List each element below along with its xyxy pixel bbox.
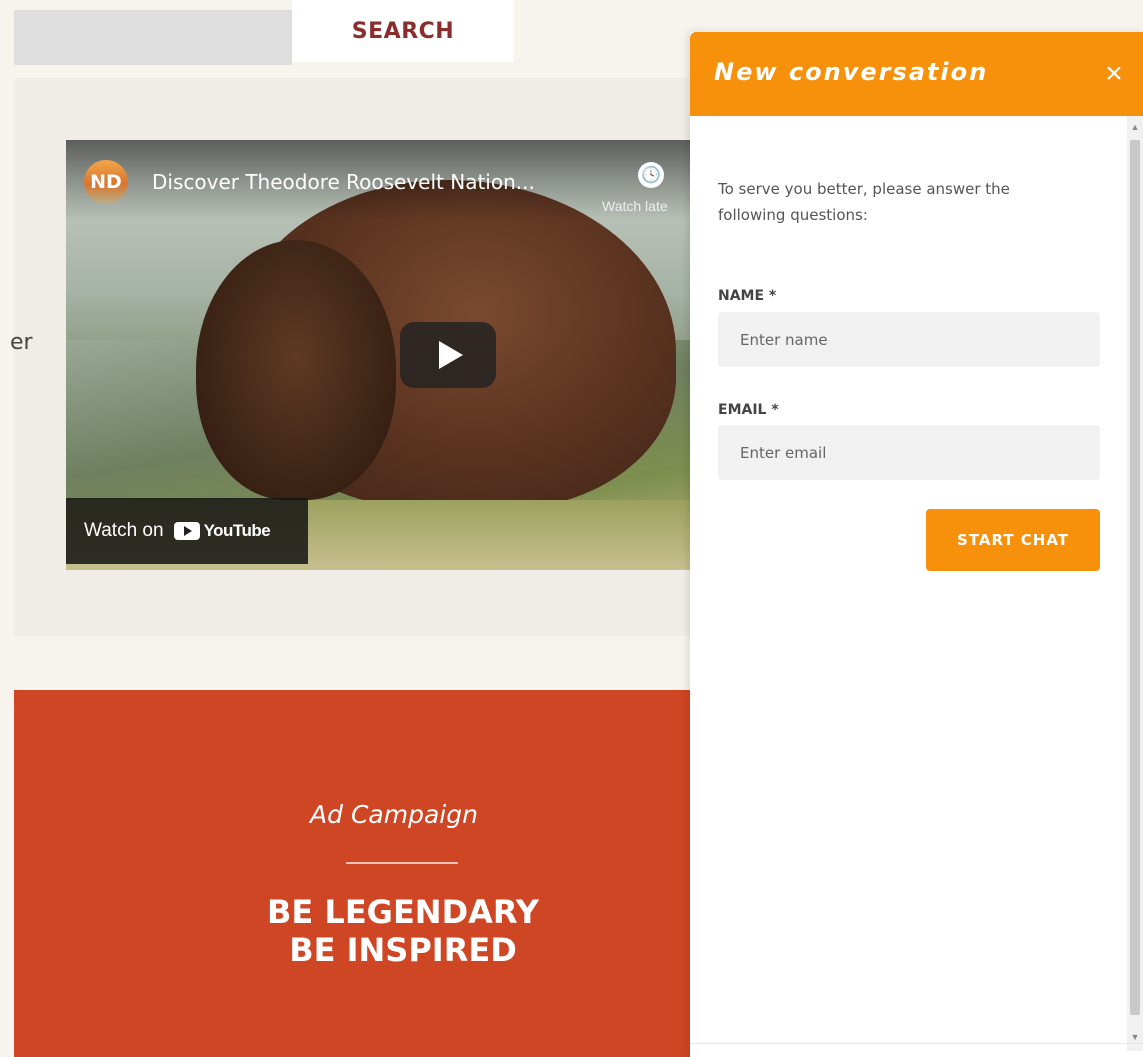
play-button[interactable] [400,322,496,388]
chat-widget: New conversation × ▲ ▼ To serve you bett… [690,32,1143,1057]
ad-heading-line1: BE LEGENDARY [267,893,539,931]
chat-footer-divider [690,1043,1143,1044]
chat-intro-text: To serve you better, please answer the f… [718,180,1010,224]
youtube-label: YouTube [203,521,271,540]
watch-on-youtube-link[interactable]: Watch on YouTube [66,498,308,564]
scroll-down-arrow-icon[interactable]: ▼ [1130,1032,1140,1042]
email-label: EMAIL * [718,402,779,418]
search-tab[interactable]: SEARCH [292,0,514,62]
chat-scrollbar-thumb[interactable] [1130,140,1140,1015]
start-chat-button[interactable]: START CHAT [926,509,1100,571]
watch-later-label[interactable]: Watch late [602,198,668,214]
email-input[interactable] [718,425,1100,480]
play-icon [439,341,463,369]
section-gap [14,636,704,690]
clock-icon[interactable]: 🕓 [638,162,664,188]
ad-divider [346,862,458,864]
bison-head [196,240,396,500]
watch-on-label: Watch on [84,520,164,541]
video-title[interactable]: Discover Theodore Roosevelt Nation... [152,170,535,194]
name-label: NAME * [718,288,777,304]
ad-heading: BE LEGENDARY BE INSPIRED [0,893,806,969]
channel-logo[interactable]: ND [84,160,128,204]
youtube-video-embed[interactable]: ND Discover Theodore Roosevelt Nation...… [66,140,706,570]
scroll-up-arrow-icon[interactable]: ▲ [1130,122,1140,132]
ad-campaign-subtitle: Ad Campaign [310,800,478,829]
chat-title: New conversation [714,58,989,86]
name-input[interactable] [718,312,1100,367]
youtube-logo: YouTube [173,521,271,541]
nav-bar [14,10,292,65]
truncated-text: er [10,330,33,355]
youtube-icon [173,522,200,540]
ad-campaign-section [14,690,704,1057]
ad-heading-line2: BE INSPIRED [289,931,517,969]
close-icon[interactable]: × [1102,59,1126,89]
chat-header: New conversation × [690,32,1143,116]
